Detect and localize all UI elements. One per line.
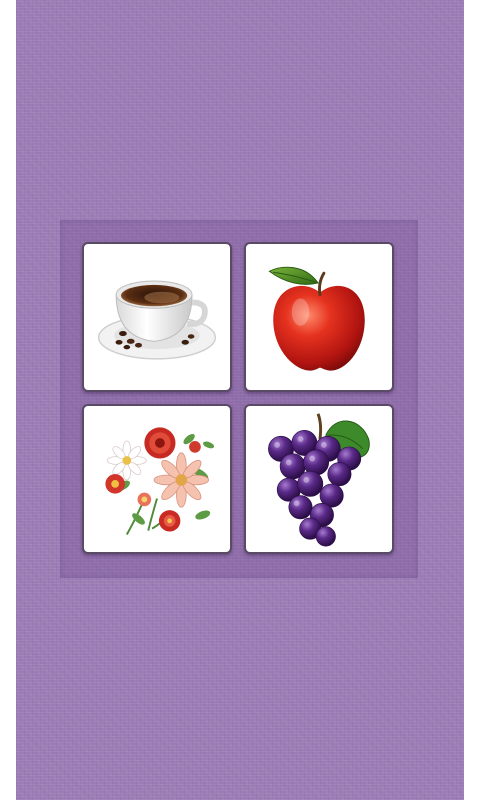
game-screen — [0, 0, 480, 800]
card-grapes[interactable] — [244, 404, 394, 554]
card-coffee-cup[interactable] — [82, 242, 232, 392]
card-apple[interactable] — [244, 242, 394, 392]
card-flower-bouquet[interactable] — [82, 404, 232, 554]
flower-bouquet-icon — [105, 427, 215, 535]
coffee-cup-icon — [97, 280, 217, 360]
grapes-icon — [268, 413, 370, 547]
apple-icon — [268, 266, 365, 371]
